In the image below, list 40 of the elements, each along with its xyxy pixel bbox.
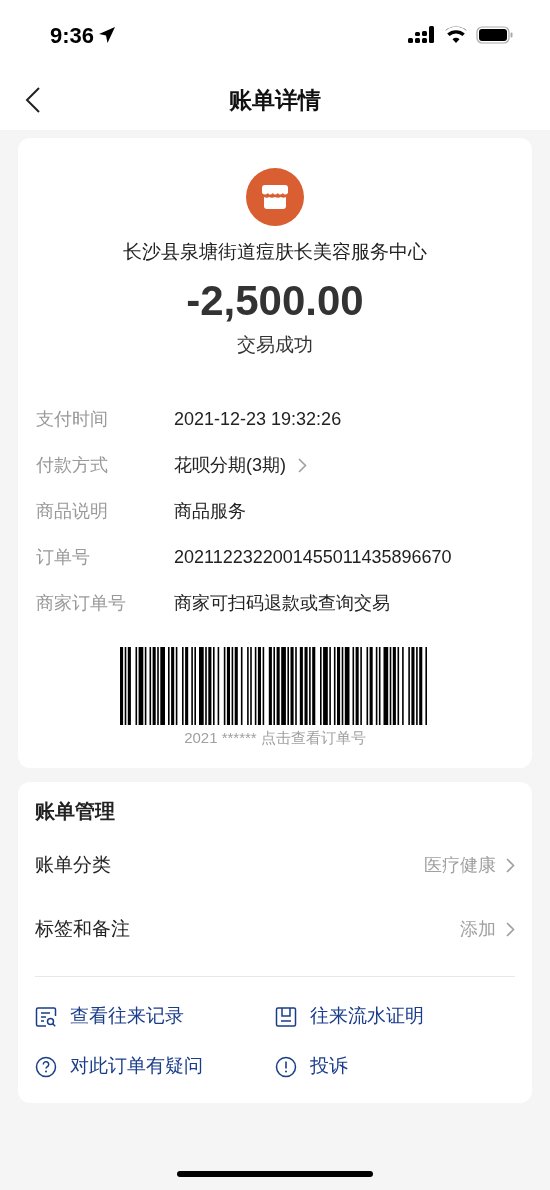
wifi-icon: [444, 26, 468, 44]
chevron-right-icon: [298, 457, 307, 473]
action-link[interactable]: 投诉: [275, 1052, 348, 1081]
status-time: 9:36: [50, 21, 95, 50]
detail-label: 商品说明: [36, 499, 109, 523]
detail-value: 商家可扫码退款或查询交易: [174, 591, 390, 615]
detail-value: 2021122322001455011435896670: [174, 545, 452, 569]
detail-link[interactable]: 花呗分期(3期): [174, 451, 307, 479]
detail-label: 支付时间: [36, 407, 109, 431]
signal-icon: [408, 26, 436, 44]
merchant-name: 长沙县泉塘街道痘肤长美容服务中心: [123, 240, 427, 264]
action-link[interactable]: 往来流水证明: [275, 1002, 424, 1031]
detail-label: 商家订单号: [36, 591, 127, 615]
setting-row[interactable]: 标签和备注 添加: [35, 911, 515, 948]
setting-value: 医疗健康: [424, 854, 496, 877]
question-circle-icon: [35, 1055, 57, 1078]
chevron-right-icon: [506, 922, 515, 937]
section-title: 账单管理: [35, 798, 116, 824]
alert-circle-icon: [275, 1055, 297, 1078]
detail-value: 商品服务: [174, 499, 246, 523]
amount: -2,500.00: [186, 275, 364, 326]
setting-label: 账单分类: [35, 853, 111, 878]
setting-row[interactable]: 账单分类 医疗健康: [35, 847, 515, 884]
location-arrow-icon: [98, 26, 117, 44]
battery-icon: [476, 26, 514, 44]
action-link[interactable]: 查看往来记录: [35, 1002, 184, 1031]
store-icon: [246, 168, 304, 226]
setting-label: 标签和备注: [35, 917, 130, 942]
detail-label: 付款方式: [36, 453, 109, 477]
setting-value: 添加: [460, 918, 496, 941]
document-search-icon: [35, 1005, 57, 1028]
detail-value: 2021-12-23 19:32:26: [174, 407, 342, 431]
detail-label: 订单号: [36, 545, 91, 569]
chevron-right-icon: [506, 858, 515, 873]
page-title: 账单详情: [229, 85, 321, 115]
barcode-drawing[interactable]: [120, 647, 430, 725]
transaction-status: 交易成功: [237, 332, 313, 357]
action-link[interactable]: 对此订单有疑问: [35, 1052, 203, 1081]
document-icon: [275, 1005, 297, 1028]
back-icon: [25, 86, 41, 114]
